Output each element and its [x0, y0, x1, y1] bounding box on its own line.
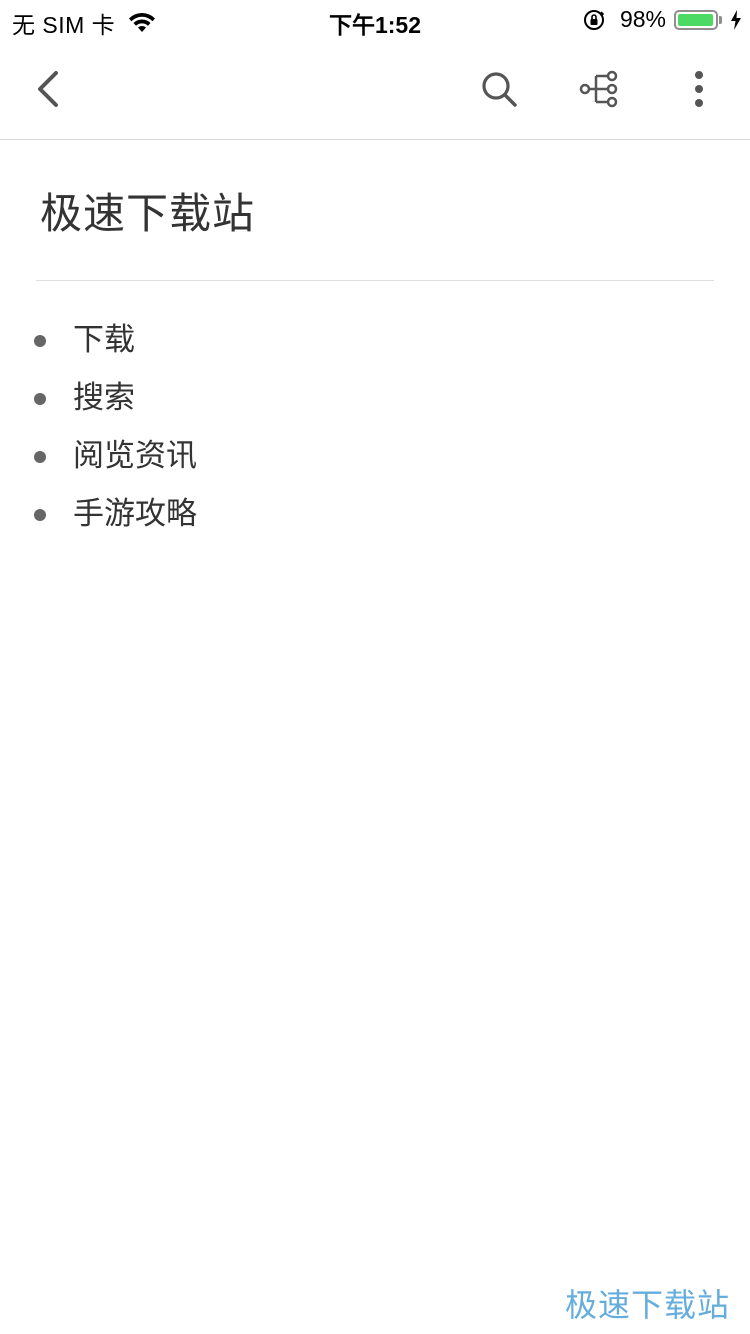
search-icon	[482, 72, 517, 107]
more-options-button[interactable]	[674, 64, 724, 114]
bullet-list: 下载 搜索 阅览资讯 手游攻略	[0, 312, 750, 544]
list-item[interactable]: 阅览资讯	[0, 428, 750, 486]
more-vertical-icon	[695, 71, 703, 107]
list-item-label: 下载	[73, 322, 135, 358]
status-bar: 无 SIM 卡 下午1:52 98%	[0, 0, 750, 40]
battery-level-fill	[678, 13, 714, 26]
list-item-label: 手游攻略	[73, 496, 197, 532]
search-button[interactable]	[474, 64, 524, 114]
charging-bolt-icon	[731, 9, 741, 30]
bullet-dot	[34, 335, 46, 347]
watermark: 极速下载站	[564, 1286, 730, 1324]
list-item-label: 搜索	[73, 380, 135, 416]
title-divider	[36, 280, 714, 281]
battery-tip	[719, 15, 722, 24]
bullet-dot	[34, 509, 46, 521]
orientation-lock-icon	[583, 9, 605, 30]
bullet-dot	[34, 451, 46, 463]
list-item-label: 阅览资讯	[73, 438, 197, 474]
list-item[interactable]: 搜索	[0, 370, 750, 428]
back-chevron-icon	[38, 71, 58, 107]
list-item[interactable]: 手游攻略	[0, 486, 750, 544]
battery-icon	[674, 9, 718, 30]
status-right: 98%	[582, 6, 742, 33]
mind-map-icon	[579, 70, 618, 108]
mind-map-button[interactable]	[575, 64, 625, 114]
battery-percent: 98%	[619, 6, 666, 32]
back-button[interactable]	[24, 64, 74, 114]
navigation-bar	[0, 40, 750, 140]
list-item[interactable]: 下载	[0, 312, 750, 370]
bullet-dot	[34, 393, 46, 405]
document-title[interactable]: 极速下载站	[40, 180, 255, 241]
